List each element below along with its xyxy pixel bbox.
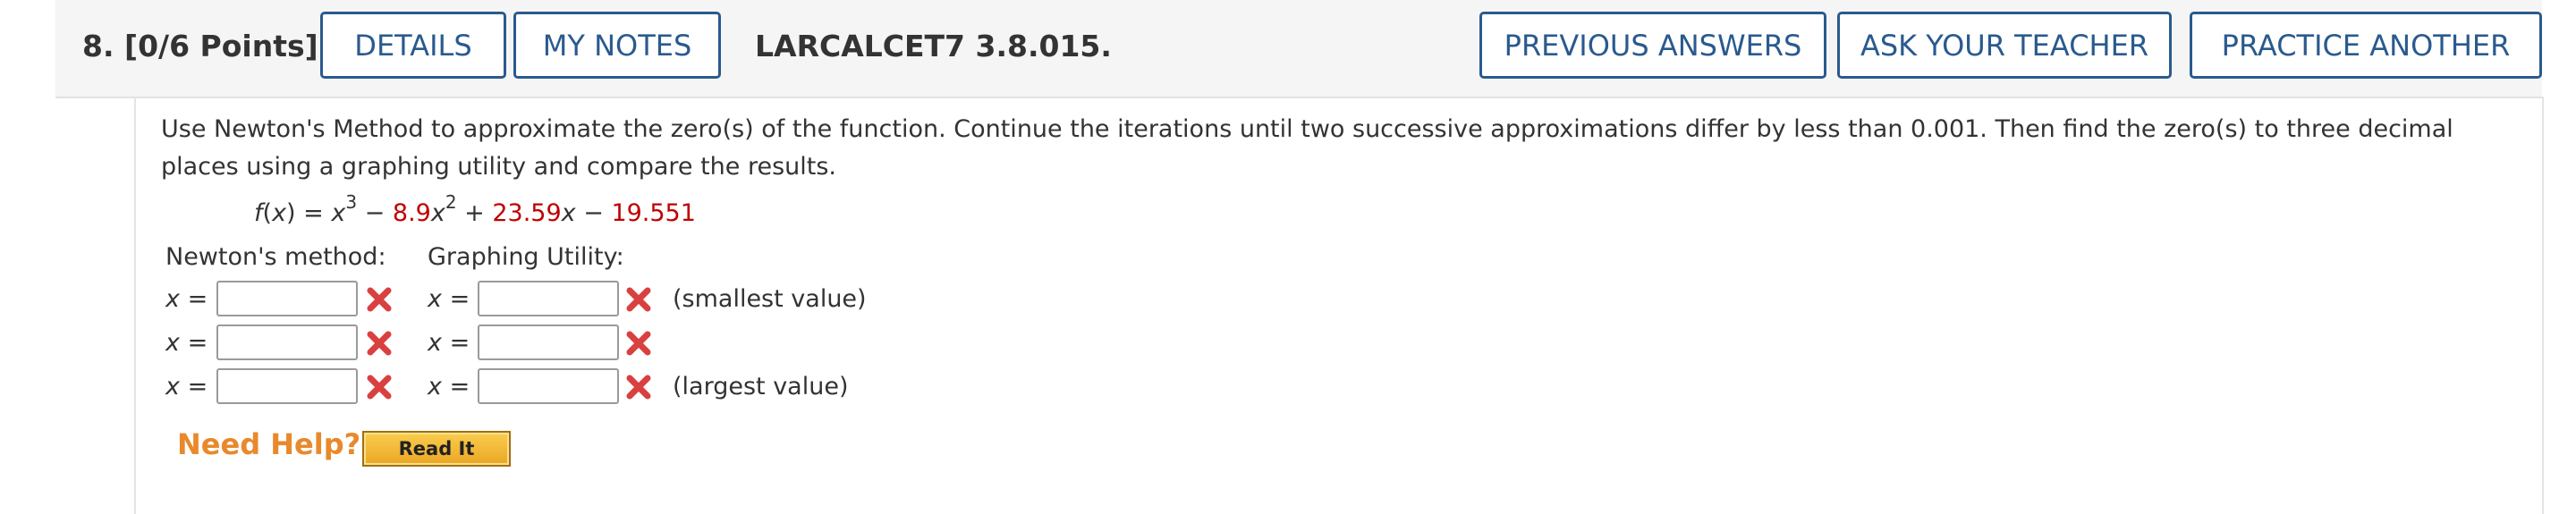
question-number-text: 8. <box>82 29 114 63</box>
function-coef-2: 23.59 <box>492 199 562 227</box>
function-coef-1: 8.9 <box>392 199 431 227</box>
incorrect-x-icon <box>367 375 392 400</box>
read-it-button[interactable]: Read It <box>362 431 511 467</box>
function-op-2: + <box>456 199 493 227</box>
function-exponent-1: 3 <box>345 191 358 213</box>
need-help-label: Need Help? <box>177 427 361 461</box>
question-instructions: Use Newton's Method to approximate the z… <box>161 115 2453 181</box>
question-points: [0/6 Points] <box>124 29 318 63</box>
my-notes-button[interactable]: MY NOTES <box>513 12 721 79</box>
newton-x-label-2: x = <box>165 329 208 357</box>
function-exponent-2: 2 <box>445 191 457 213</box>
function-lhs: f(x) = x <box>254 199 346 227</box>
graph-answer-input-2[interactable] <box>478 324 619 360</box>
incorrect-x-icon <box>367 287 392 312</box>
newton-x-label-3: x = <box>165 373 208 400</box>
smallest-value-note: (smallest value) <box>673 285 867 313</box>
newton-answer-input-1[interactable] <box>216 281 358 316</box>
newton-method-header: Newton's method: <box>165 243 386 271</box>
function-var-1: x <box>430 199 445 227</box>
incorrect-x-icon <box>626 331 651 356</box>
newton-answer-input-3[interactable] <box>216 368 358 404</box>
graphing-utility-header: Graphing Utility: <box>428 243 624 271</box>
question-number: 8. [0/6 Points] <box>82 29 318 63</box>
incorrect-x-icon <box>626 287 651 312</box>
graph-x-label-3: x = <box>428 373 470 400</box>
incorrect-x-icon <box>367 331 392 356</box>
incorrect-x-icon <box>626 375 651 400</box>
graph-x-label-1: x = <box>428 285 470 313</box>
question-header: 8. [0/6 Points] DETAILS MY NOTES LARCALC… <box>55 0 2542 98</box>
graph-x-label-2: x = <box>428 329 470 357</box>
newton-x-label-1: x = <box>165 285 208 313</box>
function-var-2: x <box>561 199 576 227</box>
function-expression: f(x) = x3 − 8.9x2 + 23.59x − 19.551 <box>254 191 696 227</box>
question-body: Use Newton's Method to approximate the z… <box>134 97 2544 514</box>
function-constant: 19.551 <box>611 199 696 227</box>
graph-answer-input-1[interactable] <box>478 281 619 316</box>
details-button[interactable]: DETAILS <box>320 12 506 79</box>
function-op-1: − <box>357 199 393 227</box>
newton-answer-input-2[interactable] <box>216 324 358 360</box>
ask-your-teacher-button[interactable]: ASK YOUR TEACHER <box>1837 12 2172 79</box>
function-op-3: − <box>575 199 612 227</box>
largest-value-note: (largest value) <box>673 373 849 400</box>
previous-answers-button[interactable]: PREVIOUS ANSWERS <box>1479 12 1826 79</box>
graph-answer-input-3[interactable] <box>478 368 619 404</box>
practice-another-button[interactable]: PRACTICE ANOTHER <box>2190 12 2542 79</box>
question-id: LARCALCET7 3.8.015. <box>755 29 1112 63</box>
